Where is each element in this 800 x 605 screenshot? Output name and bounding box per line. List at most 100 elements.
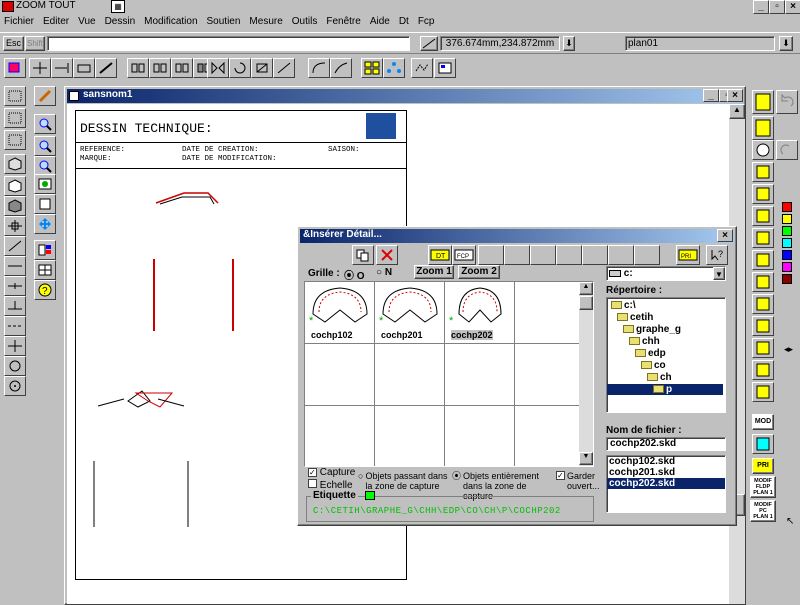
grid-large-icon[interactable] bbox=[4, 108, 26, 128]
scale-icon[interactable] bbox=[251, 58, 273, 78]
help-pointer-icon[interactable]: ? bbox=[706, 245, 728, 265]
tree-item-root[interactable]: c:\ bbox=[611, 300, 636, 311]
grid-scroll-thumb[interactable] bbox=[579, 296, 593, 310]
radio-passant[interactable]: ○ Objets passant dans la zone de capture bbox=[358, 471, 450, 491]
tool-button-8[interactable] bbox=[752, 272, 774, 292]
grid-scroll-down-arrow[interactable]: ▼ bbox=[579, 452, 593, 465]
chamfer-icon[interactable] bbox=[330, 58, 352, 78]
cube-outline-icon[interactable] bbox=[4, 176, 26, 196]
zoom-out-icon[interactable] bbox=[34, 156, 56, 176]
right-splitter[interactable]: ◂▸ bbox=[784, 344, 796, 354]
tree-item-ch[interactable]: ch bbox=[647, 372, 672, 383]
layers-icon[interactable] bbox=[34, 240, 56, 260]
mod-button[interactable]: MOD bbox=[752, 414, 774, 430]
tool-button-9[interactable] bbox=[752, 294, 774, 314]
color-dark-red-swatch[interactable] bbox=[782, 274, 792, 284]
menu-dessin[interactable]: Dessin bbox=[105, 16, 136, 30]
empty-tab-3[interactable] bbox=[530, 245, 556, 265]
tool-button-4[interactable] bbox=[752, 184, 774, 204]
esc-button[interactable]: Esc bbox=[3, 36, 24, 51]
modif-plan-button-2[interactable]: MODIF PC PLAN 1 bbox=[750, 500, 776, 522]
grille-radio-o[interactable]: ⦿ O bbox=[344, 267, 365, 282]
thumb-cell-1[interactable]: * cochp102 bbox=[305, 282, 375, 344]
color-blue-swatch[interactable] bbox=[782, 250, 792, 260]
menu-fenetre[interactable]: Fenêtre bbox=[326, 16, 360, 30]
filename-input[interactable]: cochp202.skd bbox=[606, 437, 726, 451]
zoom1-button[interactable]: Zoom 1 bbox=[414, 265, 454, 279]
trim-icon[interactable] bbox=[73, 58, 95, 78]
empty-tab-4[interactable] bbox=[556, 245, 582, 265]
zoom-all-icon[interactable] bbox=[34, 174, 56, 194]
undo-icon[interactable] bbox=[776, 90, 798, 114]
grille-radio-n[interactable]: ○ N bbox=[376, 267, 392, 278]
thumb-cell-4[interactable] bbox=[515, 282, 585, 344]
file-item[interactable]: cochp201.skd bbox=[607, 467, 725, 478]
color-magenta-swatch[interactable] bbox=[782, 262, 792, 272]
file-list[interactable]: cochp102.skd cochp201.skd cochp202.skd bbox=[606, 455, 726, 513]
cross-tool-icon[interactable] bbox=[4, 336, 26, 356]
redo-icon[interactable] bbox=[776, 140, 798, 160]
menu-fcp[interactable]: Fcp bbox=[418, 16, 435, 30]
empty-tab-6[interactable] bbox=[608, 245, 634, 265]
layer-dropdown-button[interactable]: ⬇ bbox=[779, 36, 793, 51]
menu-mesure[interactable]: Mesure bbox=[249, 16, 282, 30]
command-input[interactable] bbox=[47, 36, 410, 51]
fillet-icon[interactable] bbox=[308, 58, 330, 78]
right-dt-button[interactable] bbox=[752, 90, 774, 114]
menu-editer[interactable]: Editer bbox=[43, 16, 69, 30]
eraser-icon[interactable] bbox=[34, 86, 56, 106]
points-icon[interactable] bbox=[383, 58, 405, 78]
grid-scroll-up-arrow[interactable]: ▲ bbox=[579, 282, 593, 295]
tool-button-5[interactable] bbox=[752, 206, 774, 226]
grid-tool-icon[interactable] bbox=[4, 86, 26, 106]
perpendicular-icon[interactable] bbox=[29, 58, 51, 78]
p1-button-1[interactable] bbox=[752, 116, 774, 140]
zoom-window-icon[interactable] bbox=[34, 136, 56, 156]
file-item[interactable]: cochp102.skd bbox=[607, 456, 725, 467]
tree-item-co[interactable]: co bbox=[641, 360, 666, 371]
tool-button-13[interactable] bbox=[752, 382, 774, 402]
tab-dt[interactable]: DT bbox=[428, 245, 452, 265]
group-icon[interactable] bbox=[361, 58, 383, 78]
modif-plan-button-1[interactable]: MODIF FLDP PLAN 1 bbox=[750, 476, 776, 498]
snap-icon[interactable] bbox=[4, 216, 26, 236]
help-icon[interactable]: ? bbox=[34, 280, 56, 300]
scroll-up-arrow[interactable]: ▲ bbox=[729, 104, 745, 119]
select-tool-icon[interactable] bbox=[4, 58, 26, 78]
thumb-cell-11[interactable] bbox=[445, 406, 515, 466]
tool-button-6[interactable] bbox=[752, 228, 774, 248]
tool-button-11[interactable] bbox=[752, 338, 774, 358]
thumb-cell-8[interactable] bbox=[515, 344, 585, 406]
stretch-icon[interactable] bbox=[273, 58, 295, 78]
menu-soutien[interactable]: Soutien bbox=[207, 16, 241, 30]
menu-vue[interactable]: Vue bbox=[78, 16, 95, 30]
grid-small-icon[interactable] bbox=[4, 130, 26, 150]
color-green-swatch[interactable] bbox=[782, 226, 792, 236]
thumb-cell-10[interactable] bbox=[375, 406, 445, 466]
pri-button[interactable]: PRI bbox=[676, 245, 700, 265]
shift-button[interactable]: Shift bbox=[25, 36, 45, 51]
pencil-icon[interactable] bbox=[95, 58, 117, 78]
drive-dropdown-button[interactable]: ▼ bbox=[713, 267, 725, 280]
rotate-icon[interactable] bbox=[229, 58, 251, 78]
delete-icon[interactable] bbox=[376, 245, 398, 265]
minimize-button[interactable]: _ bbox=[753, 0, 769, 14]
align-left-icon[interactable] bbox=[127, 58, 149, 78]
dash-tool-icon[interactable] bbox=[4, 316, 26, 336]
empty-tab-5[interactable] bbox=[582, 245, 608, 265]
tool-button-3[interactable] bbox=[752, 162, 774, 182]
empty-tab-2[interactable] bbox=[504, 245, 530, 265]
coords-dropdown-button[interactable]: ⬇ bbox=[563, 36, 575, 51]
extend-icon[interactable] bbox=[51, 58, 73, 78]
tree-item-edp[interactable]: edp bbox=[635, 348, 666, 359]
offset-tool-icon[interactable] bbox=[4, 276, 26, 296]
align-right-icon[interactable] bbox=[171, 58, 193, 78]
capture-checkbox[interactable]: ✓ Capture bbox=[308, 467, 355, 478]
empty-tab-1[interactable] bbox=[478, 245, 504, 265]
directory-tree[interactable]: c:\ cetih graphe_g chh edp co ch p bbox=[606, 297, 726, 413]
bisector-tool-icon[interactable] bbox=[4, 296, 26, 316]
tool-button-12[interactable] bbox=[752, 360, 774, 380]
thumb-cell-5[interactable] bbox=[305, 344, 375, 406]
garder-checkbox[interactable]: ✓ Garder ouvert... bbox=[556, 471, 600, 491]
line-tool-icon[interactable] bbox=[4, 236, 26, 256]
